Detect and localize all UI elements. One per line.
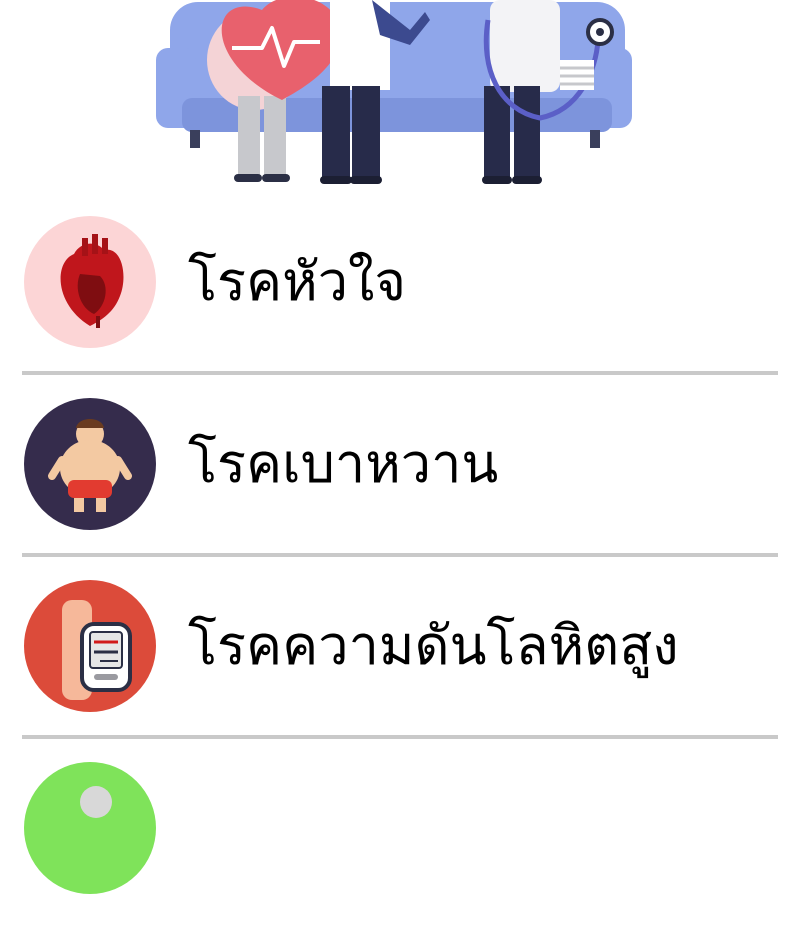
divider [22, 735, 778, 739]
partial-round-icon [24, 762, 156, 894]
heart-organ-icon [24, 216, 156, 348]
blood-pressure-monitor-icon [24, 580, 156, 712]
divider [22, 553, 778, 557]
list-item-hypertension[interactable]: โรคความดันโลหิตสูง [0, 564, 800, 746]
list-item-label: โรคหัวใจ [188, 250, 407, 313]
hero-illustration [0, 0, 800, 200]
divider [22, 371, 778, 375]
list-item-label: โรคความดันโลหิตสูง [188, 614, 679, 677]
list-item-heart-disease[interactable]: โรคหัวใจ [0, 200, 800, 382]
list-item-partial[interactable] [0, 746, 800, 928]
overweight-person-icon [24, 398, 156, 530]
list-item-label: โรคเบาหวาน [188, 432, 499, 495]
list-item-diabetes[interactable]: โรคเบาหวาน [0, 382, 800, 564]
